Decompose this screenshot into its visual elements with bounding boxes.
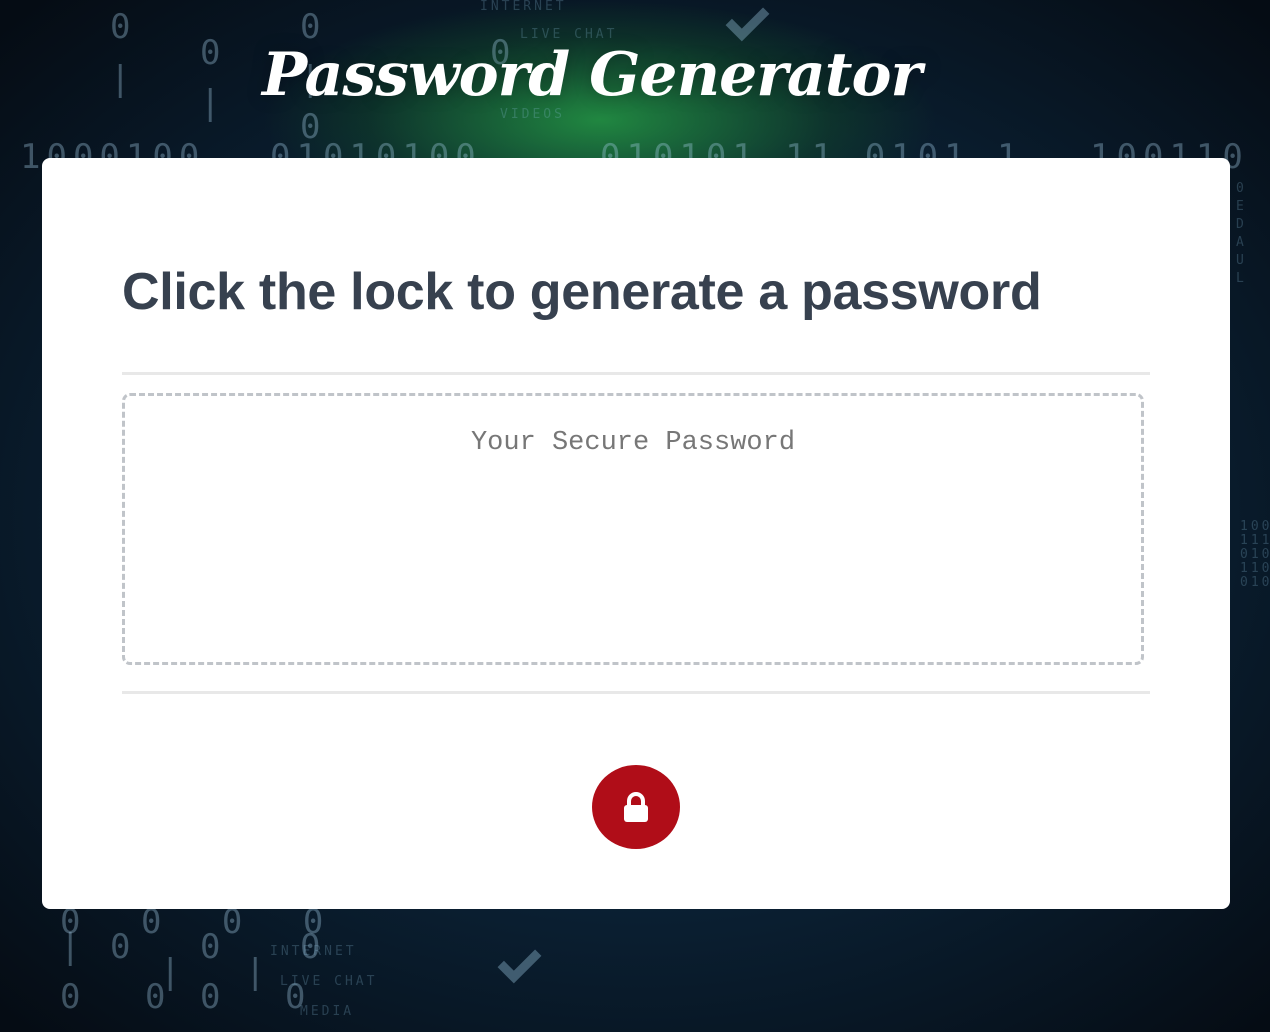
password-output-field[interactable] [122,393,1144,665]
card-heading: Click the lock to generate a password [122,263,1042,321]
generator-card: Click the lock to generate a password [42,158,1230,909]
page-title: Password Generator [262,40,922,110]
card-header: Click the lock to generate a password [122,262,1150,375]
generate-password-button[interactable] [592,765,680,849]
card-footer-divider [122,691,1150,694]
lock-icon [624,792,648,822]
